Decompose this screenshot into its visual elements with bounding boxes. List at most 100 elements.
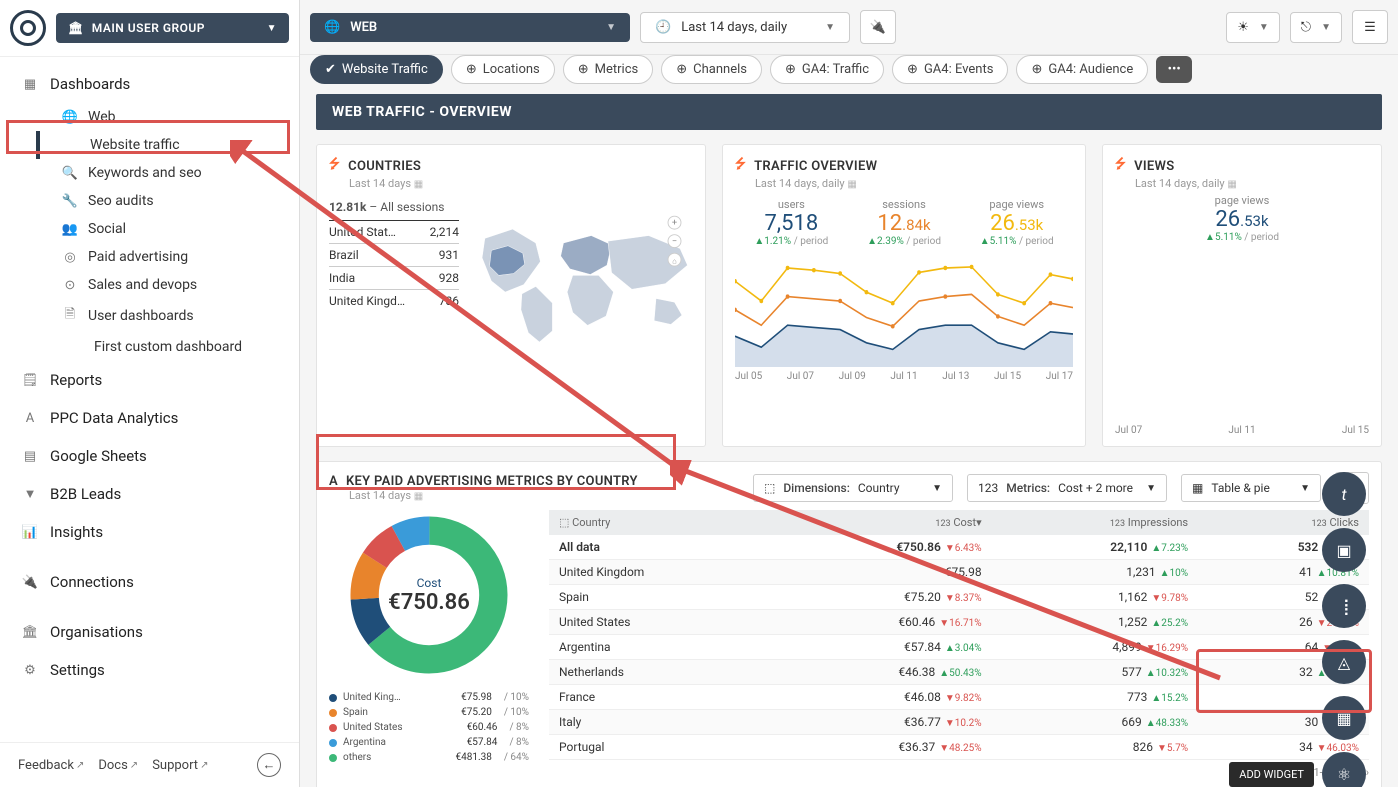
legend-row: Argentina€57.84/ 8% [329,735,529,750]
grid-icon: ▦ [1336,709,1351,728]
funnel-icon: ▼ [22,486,38,502]
clipboard-icon: 🗒 [22,373,38,388]
sliders-icon: ⢸ [1338,597,1350,616]
tab-channels[interactable]: ⊕Channels [661,55,762,84]
nav-keywords-seo[interactable]: 🔍Keywords and seo [36,159,299,187]
date-range-selector[interactable]: 🕘 Last 14 days, daily ▼ [640,12,850,43]
country-row[interactable]: United Kingd…786 [329,289,459,312]
nav-paid-advertising[interactable]: ◎Paid advertising [36,243,299,271]
table-row[interactable]: Portugal€36.37▼48.25%826▼5.7%34▼46.03% [549,735,1369,760]
nav-reports[interactable]: 🗒Reports [0,361,299,399]
nav-google-sheets[interactable]: ▤Google Sheets [0,437,299,475]
tab-ga4-events[interactable]: ⊕GA4: Events [892,55,1008,84]
fab-grid[interactable]: ▦ [1322,696,1366,740]
nav-dashboards[interactable]: ▦ Dashboards [0,65,299,103]
plus-icon: ⊕ [466,62,477,77]
menu-button[interactable]: ☰ [1352,10,1388,44]
countries-total: 12.81k – All sessions [329,200,459,214]
card-title: VIEWS [1134,159,1174,174]
fab-image[interactable]: ▣ [1322,528,1366,572]
search-icon: 🔍 [62,166,78,181]
connections-quick-button[interactable]: 🔌 [860,10,896,44]
tabs-more-button[interactable]: ••• [1156,56,1192,83]
plug-icon: 🔌 [22,575,38,590]
traffic-overview-card: ⭍TRAFFIC OVERVIEW Last 14 days, daily ▦ … [722,144,1086,447]
hamburger-icon: ☰ [1364,20,1376,35]
add-widget-tooltip: ADD WIDGET [1229,762,1314,787]
target-icon: ◎ [62,250,78,265]
table-row[interactable]: All data€750.86▼6.43%22,110▲7.23%532▼5.3… [549,535,1369,560]
table-row[interactable]: Italy€36.77▼10.2%669▲48.33%30▲3.44% [549,710,1369,735]
table-row[interactable]: Spain€75.20▼8.37%1,162▼9.78%52▼5.45% [549,585,1369,610]
fab-tune[interactable]: ⢸ [1322,584,1366,628]
metric-users: users7,518▲1.21% / period [735,198,848,247]
nav-organisations[interactable]: 🏛Organisations [0,613,299,651]
paid-data-table: ⬚ Country 123 Cost▾ 123 Impressions 123 … [549,510,1369,779]
globe-icon: 🌐 [62,110,78,125]
cost-donut-chart: Cost€750.86 [344,510,514,680]
table-row[interactable]: Netherlands€46.38▲50.43%577▲10.32%32▲68.… [549,660,1369,685]
table-row[interactable]: United Kingdom€75.981,231▲10%41▲10.81% [549,560,1369,585]
nav-insights[interactable]: 📊Insights [0,513,299,551]
views-bar-chart [1115,251,1369,421]
tab-locations[interactable]: ⊕Locations [451,55,555,84]
globe-icon: 🌐 [324,20,340,35]
nav-first-custom[interactable]: First custom dashboard [36,333,299,361]
user-group-selector[interactable]: 🏛 MAIN USER GROUP ▼ [56,13,289,43]
user-group-label: MAIN USER GROUP [92,21,205,35]
tab-website-traffic[interactable]: ✔Website Traffic [310,55,443,84]
ads-icon: Α [329,474,338,489]
metrics-selector[interactable]: 123Metrics: Cost + 2 more▼ [967,474,1167,502]
col-cost[interactable]: 123 Cost▾ [770,510,991,535]
footer-feedback[interactable]: Feedback ↗ [18,758,84,773]
table-row[interactable]: France€46.08▼9.82%773▲15.2% [549,685,1369,710]
nav-connections[interactable]: 🔌Connections [0,563,299,601]
plus-icon: ⊕ [1031,62,1042,77]
theme-selector[interactable]: ☀▼ [1226,12,1280,43]
nav-social[interactable]: 👥Social [36,215,299,243]
footer-support[interactable]: Support ↗ [152,758,208,773]
col-country[interactable]: ⬚ Country [549,510,770,535]
tab-ga4-traffic[interactable]: ⊕GA4: Traffic [770,55,884,84]
fab-compass[interactable]: ◬ [1322,640,1366,684]
nav-sales-devops[interactable]: ⊙Sales and devops [36,271,299,299]
card-subtitle: Last 14 days [349,177,411,190]
view-type-selector[interactable]: ▦Table & pie▼ [1181,474,1321,502]
views-card: ⭍VIEWS Last 14 days, daily ▦ page views … [1102,144,1382,447]
analytics-icon: ⭍ [329,155,340,177]
country-row[interactable]: Brazil931 [329,243,459,266]
calendar-icon: ▦ [1227,179,1236,190]
gear-icon: ⚙ [22,663,38,678]
tab-metrics[interactable]: ⊕Metrics [563,55,653,84]
tab-ga4-audience[interactable]: ⊕GA4: Audience [1016,55,1148,84]
fab-text[interactable]: t [1322,472,1366,516]
col-impressions[interactable]: 123 Impressions [992,510,1199,535]
nav-b2b-leads[interactable]: ▼B2B Leads [0,475,299,513]
table-row[interactable]: United States€60.46▼16.71%1,252▲25.2%26▼… [549,610,1369,635]
country-row[interactable]: India928 [329,266,459,289]
fab-add-widget[interactable]: ⚛ADD WIDGET [1322,752,1366,787]
world-map[interactable]: + − ⌂ [471,200,693,360]
country-row[interactable]: United Stat…2,214 [329,220,459,243]
dimensions-selector[interactable]: ⬚Dimensions: Country▼ [753,474,953,502]
nav-website-traffic[interactable]: Website traffic [36,131,299,159]
nav-user-dashboards[interactable]: 🗎User dashboards [36,299,299,333]
analytics-icon: ⭍ [1115,155,1126,177]
chevron-down-icon: ▼ [1321,22,1331,33]
external-icon: ↗ [76,760,84,771]
analytics-icon: Α [22,411,38,426]
nav-seo-audits[interactable]: 🔧Seo audits [36,187,299,215]
collapse-sidebar-button[interactable]: ← [257,753,281,777]
donut-legend: United King…€75.98/ 10%Spain€75.20/ 10%U… [329,690,529,765]
share-selector[interactable]: ⎋▼ [1290,12,1342,43]
chart-icon: 📊 [22,525,38,540]
chevron-down-icon: ▼ [1259,22,1269,33]
nav-web[interactable]: 🌐Web [36,103,299,131]
nav-settings[interactable]: ⚙Settings [0,651,299,689]
nav-ppc[interactable]: ΑPPC Data Analytics [0,399,299,437]
footer-docs[interactable]: Docs ↗ [98,758,138,773]
platform-selector[interactable]: 🌐 WEB ▼ [310,13,630,42]
table-row[interactable]: Argentina€57.84▲3.04%4,899▼16.29%64▼5.88… [549,635,1369,660]
page-title: WEB TRAFFIC - OVERVIEW [316,94,1382,130]
card-subtitle: Last 14 days [349,489,411,502]
